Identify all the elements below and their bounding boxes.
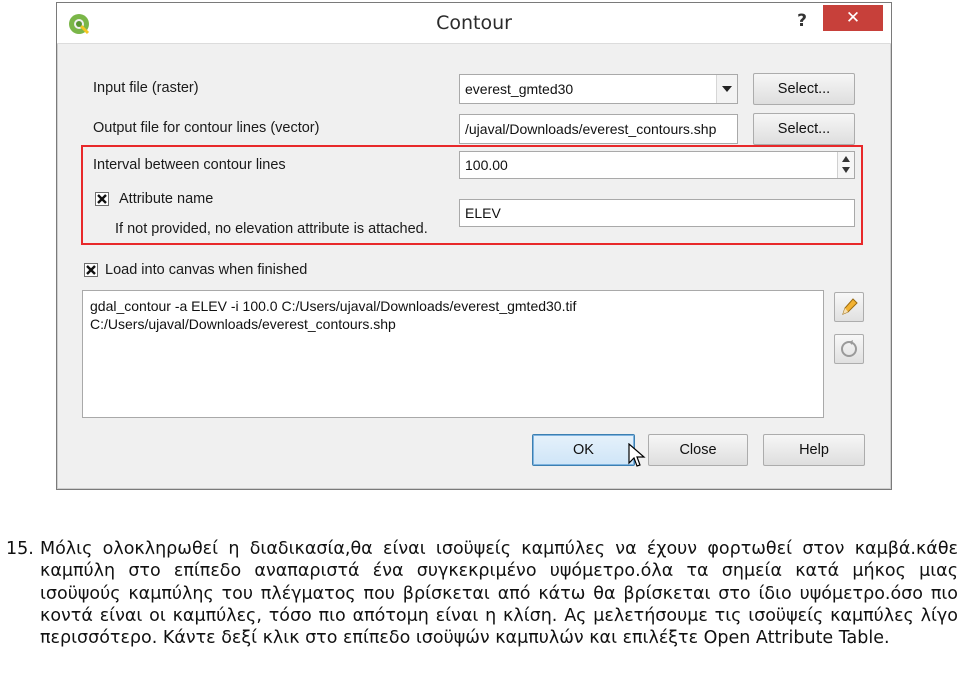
pencil-icon: [842, 298, 858, 315]
edit-command-button[interactable]: [834, 292, 864, 322]
check-x-icon: [97, 194, 107, 204]
spin-arrows-icon[interactable]: [837, 152, 854, 178]
load-canvas-label: Load into canvas when finished: [105, 262, 308, 278]
interval-value: 100.00: [465, 157, 508, 173]
attribute-name-checkbox[interactable]: [95, 192, 109, 206]
check-x-icon: [86, 265, 96, 275]
output-select-button[interactable]: Select...: [753, 113, 855, 145]
attribute-name-field[interactable]: ELEV: [459, 199, 855, 227]
window-close-button[interactable]: ✕: [823, 5, 883, 31]
close-button[interactable]: Close: [648, 434, 748, 466]
attribute-name-label: Attribute name: [119, 191, 214, 207]
window-help-button[interactable]: ?: [789, 8, 815, 34]
input-file-combo[interactable]: everest_gmted30: [459, 74, 738, 104]
interval-label: Interval between contour lines: [93, 157, 286, 173]
caption-text: Μόλις ολοκληρωθεί η διαδικασία,θα είναι …: [40, 539, 958, 649]
command-textarea[interactable]: gdal_contour -a ELEV -i 100.0 C:/Users/u…: [82, 290, 824, 418]
reset-icon: [841, 340, 857, 357]
ok-button[interactable]: OK: [532, 434, 635, 466]
load-canvas-checkbox[interactable]: [84, 263, 98, 277]
reset-command-button[interactable]: [834, 334, 864, 364]
output-file-label: Output file for contour lines (vector): [93, 120, 320, 136]
window-title: Contour: [436, 12, 512, 34]
attribute-hint-text: If not provided, no elevation attribute …: [115, 221, 428, 237]
mouse-pointer-icon: [628, 443, 646, 467]
command-line-2: C:/Users/ujaval/Downloads/everest_contou…: [90, 316, 396, 332]
step-number: 15.: [6, 539, 34, 559]
input-file-label: Input file (raster): [93, 80, 199, 96]
interval-spinbox[interactable]: 100.00: [459, 151, 855, 179]
input-file-value: everest_gmted30: [465, 81, 574, 97]
chevron-down-icon[interactable]: [716, 75, 737, 103]
input-select-button[interactable]: Select...: [753, 73, 855, 105]
command-line-1: gdal_contour -a ELEV -i 100.0 C:/Users/u…: [90, 298, 577, 314]
help-button[interactable]: Help: [763, 434, 865, 466]
output-file-field[interactable]: /ujaval/Downloads/everest_contours.shp: [459, 114, 738, 144]
title-bar: Contour ? ✕: [57, 3, 891, 44]
